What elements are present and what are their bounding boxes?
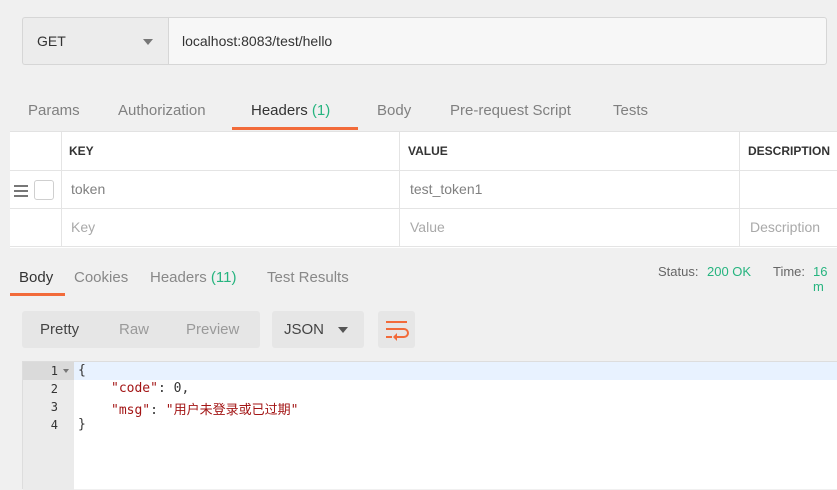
view-preview-button[interactable]: Preview	[186, 321, 239, 338]
active-line-highlight	[23, 362, 837, 380]
tab-headers-label: Headers	[251, 102, 308, 119]
wrap-lines-icon	[386, 321, 409, 341]
status-label: Status:	[658, 264, 699, 279]
tab-authorization[interactable]: Authorization	[118, 102, 206, 119]
status-value: 200 OK	[707, 264, 752, 279]
request-tabs: Params Authorization Headers (1) Body Pr…	[0, 82, 837, 132]
response-view-toolbar: Pretty Raw Preview JSON	[0, 298, 837, 360]
url-input[interactable]	[168, 17, 827, 65]
time-value: 16 m	[813, 264, 828, 294]
json-value: "用户未登录或已过期"	[165, 403, 299, 418]
method-select[interactable]: GET	[22, 17, 168, 65]
response-bar: Body Cookies Headers (11) Test Results S…	[0, 247, 837, 297]
row-enabled-checkbox[interactable]	[34, 180, 54, 200]
json-key: "code"	[111, 381, 158, 396]
tab-params[interactable]: Params	[28, 102, 80, 119]
view-mode-group: Pretty Raw Preview	[22, 311, 260, 348]
response-tab-test-results[interactable]: Test Results	[267, 269, 349, 286]
header-key-cell[interactable]: token	[71, 181, 105, 197]
fold-toggle-icon[interactable]	[63, 369, 69, 373]
line-number: 2	[50, 382, 58, 396]
tab-headers[interactable]: Headers (1)	[251, 102, 330, 119]
view-pretty-button[interactable]: Pretty	[40, 321, 79, 338]
new-description-input[interactable]: Description	[750, 219, 820, 235]
active-tab-indicator	[232, 127, 358, 130]
tab-body[interactable]: Body	[377, 102, 411, 119]
column-header-description: DESCRIPTION	[748, 144, 831, 158]
new-key-input[interactable]: Key	[71, 219, 95, 235]
column-header-value: VALUE	[408, 144, 448, 158]
tab-tests[interactable]: Tests	[613, 102, 648, 119]
response-tab-headers-count: (11)	[210, 269, 237, 286]
json-key: "msg"	[111, 403, 151, 418]
line-number: 3	[50, 400, 58, 414]
format-value: JSON	[284, 321, 325, 338]
view-raw-button[interactable]: Raw	[119, 321, 149, 338]
active-response-tab-indicator	[10, 293, 65, 296]
new-value-input[interactable]: Value	[410, 219, 445, 235]
format-select[interactable]: JSON	[272, 311, 364, 348]
time-label: Time:	[773, 264, 806, 279]
line-number: 4	[50, 418, 58, 432]
chevron-down-icon	[338, 327, 348, 333]
code-line: "code": 0,	[111, 381, 190, 396]
response-tab-cookies[interactable]: Cookies	[74, 269, 128, 286]
method-value: GET	[37, 33, 66, 49]
headers-table: KEY VALUE DESCRIPTION token test_token1 …	[10, 131, 837, 248]
column-header-key: KEY	[69, 144, 94, 158]
json-open-brace: {	[78, 363, 86, 378]
code-line: {	[78, 363, 86, 378]
response-tab-headers[interactable]: Headers (11)	[150, 269, 236, 286]
header-value-cell[interactable]: test_token1	[410, 181, 482, 197]
response-tab-headers-label: Headers	[150, 269, 207, 286]
chevron-down-icon	[143, 39, 153, 45]
code-line: "msg": "用户未登录或已过期"	[111, 403, 299, 418]
response-tab-body[interactable]: Body	[19, 269, 53, 286]
response-body-editor[interactable]: 1 2 3 4 { "code": 0, "msg": "用户未登录或已过期" …	[22, 361, 837, 490]
code-line: }	[78, 417, 86, 432]
line-number: 1	[50, 364, 58, 378]
json-value: 0,	[173, 381, 190, 396]
json-close-brace: }	[78, 417, 86, 432]
drag-handle-icon[interactable]	[14, 185, 28, 197]
request-bar: GET	[0, 0, 837, 82]
tab-pre-request-script[interactable]: Pre-request Script	[450, 102, 571, 119]
tab-headers-count: (1)	[311, 102, 331, 119]
wrap-lines-button[interactable]	[378, 311, 415, 348]
